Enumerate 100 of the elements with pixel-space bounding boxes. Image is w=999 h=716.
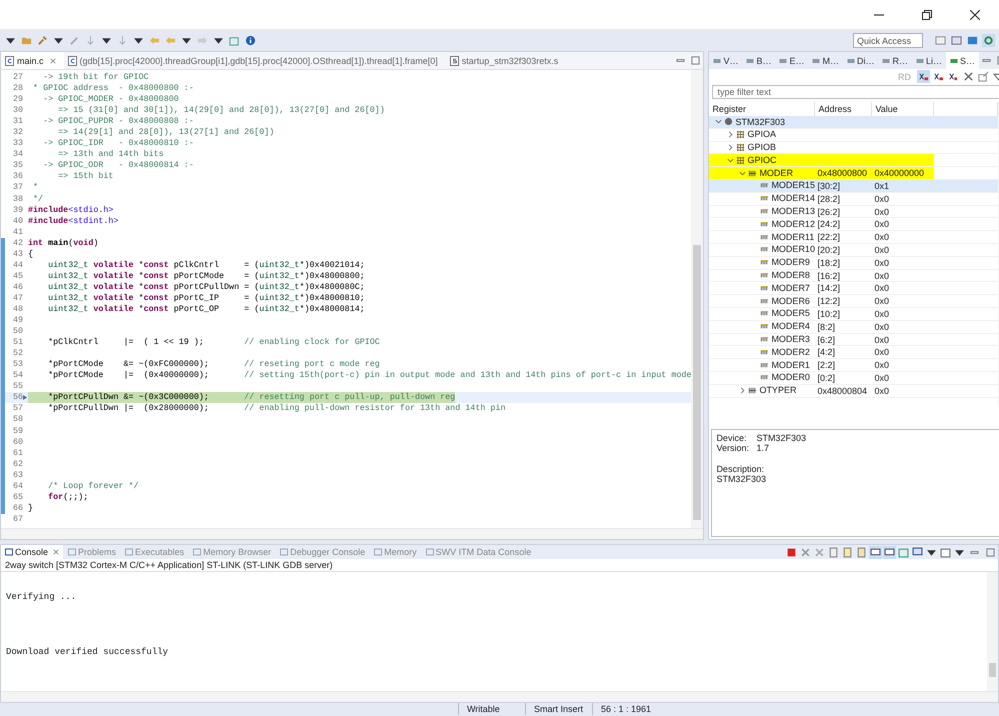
chevron-down-icon[interactable] [727,156,734,164]
line-number: 31 [12,116,23,128]
quick-access-field[interactable]: Quick Access [853,33,923,48]
view-tab[interactable]: R… [878,52,912,69]
close-icon[interactable] [970,10,980,20]
register-name[interactable]: MODER8 [771,270,810,282]
line-number: 64 [12,480,23,492]
address-cell-text: [10:2] [816,308,841,320]
line-number: 56 [12,392,23,404]
code-line: -> GPIOC_ODR - 0x48000814 :- [42,160,194,172]
register-name[interactable]: MODER12 [771,218,815,230]
document-icon[interactable] [855,546,868,558]
register-name[interactable]: GPIOA [747,128,776,141]
code-line: => 14(29[1] and 28[0]), 13(27[1] and 26[0]) [57,127,274,138]
scrollbar[interactable] [1,691,998,702]
view-tab[interactable]: Li… [912,52,946,69]
c-file-icon [5,56,14,66]
view-tab[interactable]: M… [808,52,843,69]
value-cell-text: 0x0 [873,359,890,371]
view-tab[interactable]: S… [946,52,980,69]
new-console-icon[interactable] [939,546,952,558]
pin-icon[interactable] [869,546,882,558]
maximize-icon[interactable] [691,56,700,65]
register-name[interactable]: STM32F303 [735,116,785,128]
address-cell-text: [24:2] [816,218,841,230]
register-name[interactable]: MODER9 [771,256,810,269]
register-name[interactable]: MODER15 [771,180,815,192]
chevron-right-icon[interactable] [739,387,746,394]
register-name[interactable]: GPIOB [747,142,776,154]
filter-field[interactable]: type filter text [712,85,999,99]
register-name[interactable]: MODER0 [771,372,810,384]
view-tab[interactable]: E… [775,52,808,69]
line-number: 48 [12,304,23,316]
code-line: } [28,502,34,514]
address-cell-text: [28:2] [816,192,841,205]
register-name[interactable]: MODER11 [771,231,814,243]
chevron-right-icon[interactable] [727,144,734,151]
line-number: 52 [12,348,23,360]
value-cell-text: 0x0 [873,244,890,256]
scrollbar[interactable] [1,528,704,539]
register-name[interactable]: OTYPER [759,384,796,397]
tools-icon[interactable] [962,70,976,83]
chevron-down-icon[interactable] [739,170,746,177]
scrollbar[interactable] [691,70,704,528]
register-name[interactable]: MODER4 [771,320,810,333]
remove-icon[interactable] [799,546,812,558]
hex-format-icon[interactable] [917,70,930,83]
view-tab[interactable]: B… [742,52,776,69]
bars-icon [760,258,770,268]
view-icon [68,548,76,556]
register-name[interactable]: MODER5 [771,308,810,320]
line-number: 34 [12,149,23,160]
pin-icon[interactable] [883,546,896,558]
address-cell: 0x48000800 [815,167,872,179]
register-name[interactable]: MODER6 [771,295,810,307]
register-name[interactable]: MODER10 [771,244,815,256]
value-cell-text: 0x0 [873,295,890,307]
code-line: { [28,248,34,260]
detail-value: STM32F303 [756,433,806,443]
export-icon[interactable] [977,70,990,83]
register-name[interactable]: MODER14 [771,192,815,205]
value-cell-text: 0x0 [873,206,890,218]
info-icon[interactable] [244,34,257,47]
view-icon [713,56,722,64]
register-name[interactable]: MODER2 [771,346,810,358]
maximize-icon[interactable] [986,548,995,556]
console-tab[interactable]: Console [1,545,64,559]
document-icon[interactable] [827,546,840,558]
monitor-icon[interactable] [911,546,924,558]
stop-icon[interactable] [785,546,798,558]
register-name[interactable]: MODER13 [771,206,815,218]
editor-tab[interactable]: startup_stm32f303retx.s [446,52,566,69]
view-tab[interactable]: V… [709,52,742,69]
perspective-icon[interactable] [934,34,947,47]
perspective-icon[interactable] [966,34,979,47]
bars-icon [760,296,770,306]
restore-icon[interactable] [922,10,932,20]
view-tab[interactable]: Di… [842,52,878,69]
line-number: 46 [12,282,23,293]
document-icon[interactable] [841,546,854,558]
address-cell-text: [18:2] [816,256,841,269]
register-name[interactable]: MODER3 [771,334,810,346]
line-number: 59 [12,426,23,437]
register-name[interactable]: MODER7 [771,282,810,294]
perspective-icon[interactable] [950,34,963,47]
bars-icon [760,194,770,204]
chevron-down-icon[interactable] [715,118,722,126]
register-name[interactable]: MODER1 [771,359,810,371]
code-line: => 15th bit [57,171,114,182]
chevron-right-icon[interactable] [727,131,734,138]
line-number: 43 [12,248,23,260]
editor-tab[interactable]: (gdb[15].proc[42000].threadGroup[i1],gdb[15].proc[42000].OSthread[1]).thread[1].frame[0] [64,52,446,69]
scrollbar[interactable] [987,572,998,691]
status-field: Smart Insert [524,703,592,715]
view-icon [779,56,788,64]
bars-icon [760,360,770,370]
bars-icon [760,270,770,280]
gear-icon[interactable] [982,34,995,47]
grid-icon [736,156,746,165]
editor-tab[interactable]: main.c [1,52,64,69]
